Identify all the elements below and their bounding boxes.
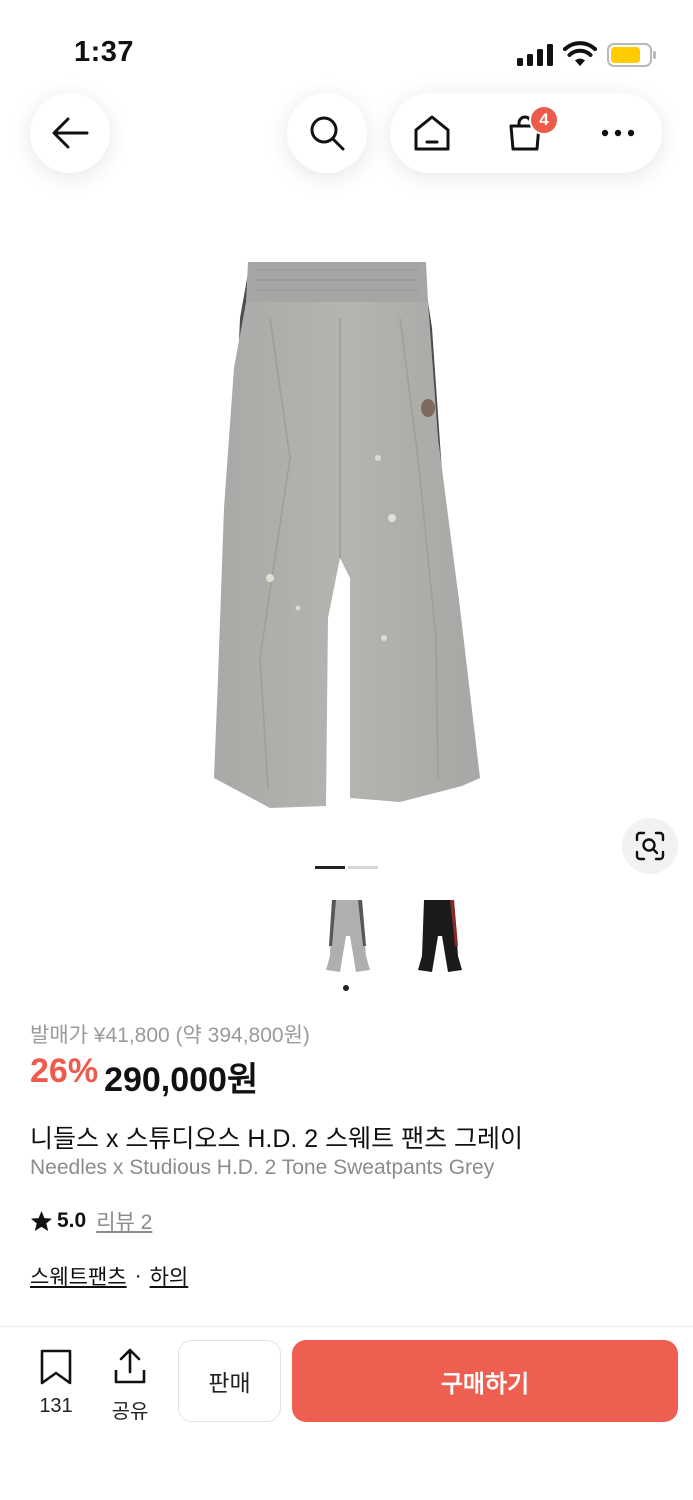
- category-link-sweatpants[interactable]: 스웨트팬츠: [30, 1261, 127, 1291]
- thumbnail-black[interactable]: [414, 896, 464, 976]
- category-link-bottoms[interactable]: 하의: [150, 1261, 189, 1291]
- product-image[interactable]: [200, 258, 493, 818]
- product-title-korean: 니들스 x 스튜디오스 H.D. 2 스웨트 팬츠 그레이: [30, 1125, 524, 1153]
- buy-button[interactable]: 구매하기: [292, 1340, 678, 1422]
- thumbnail-grey[interactable]: [322, 896, 372, 976]
- price-row: 26% 290,000원: [30, 1052, 258, 1101]
- category-breadcrumb: 스웨트팬츠 · 하의: [30, 1261, 188, 1291]
- status-bar: 1:37: [0, 0, 693, 100]
- sale-price: 290,000원: [104, 1061, 259, 1099]
- share-label: 공유: [111, 1401, 149, 1423]
- rating-value: 5.0: [57, 1209, 87, 1232]
- battery-icon: [607, 43, 656, 67]
- arrow-left-icon: [52, 117, 89, 149]
- search-icon: [310, 116, 345, 151]
- rating-row: 5.0 리뷰 2: [30, 1206, 152, 1236]
- original-price: 발매가 ¥41,800 (약 394,800원): [30, 1024, 310, 1047]
- more-dots-icon: [601, 129, 635, 137]
- bookmark-icon: [40, 1349, 72, 1385]
- discount-rate: 26%: [30, 1052, 99, 1090]
- nav-action-group: 4: [390, 93, 662, 173]
- back-button[interactable]: [30, 93, 110, 173]
- cart-button[interactable]: 4: [503, 105, 559, 155]
- lens-scan-icon: [635, 831, 665, 861]
- home-button[interactable]: [410, 111, 454, 155]
- thumbnail-selected-dot: [343, 985, 349, 991]
- search-button[interactable]: [287, 93, 367, 173]
- image-search-button[interactable]: [622, 818, 678, 874]
- status-time: 1:37: [74, 36, 135, 68]
- gallery-page-indicator: [348, 866, 378, 869]
- product-title-english: Needles x Studious H.D. 2 Tone Sweatpant…: [30, 1156, 495, 1179]
- star-icon: [30, 1210, 53, 1232]
- category-separator: ·: [134, 1264, 142, 1287]
- cellular-signal-icon: [517, 44, 555, 66]
- home-icon: [414, 115, 450, 151]
- review-link[interactable]: 리뷰 2: [96, 1206, 152, 1236]
- bookmark-button[interactable]: 131: [30, 1348, 82, 1418]
- bookmark-count: 131: [39, 1395, 73, 1417]
- cart-count-badge: 4: [529, 105, 559, 135]
- wifi-icon: [563, 41, 597, 66]
- share-icon: [114, 1348, 146, 1384]
- gallery-page-indicator-active: [315, 866, 345, 869]
- more-button[interactable]: [596, 111, 640, 155]
- sell-button[interactable]: 판매: [178, 1340, 281, 1422]
- share-button[interactable]: 공유: [104, 1348, 156, 1424]
